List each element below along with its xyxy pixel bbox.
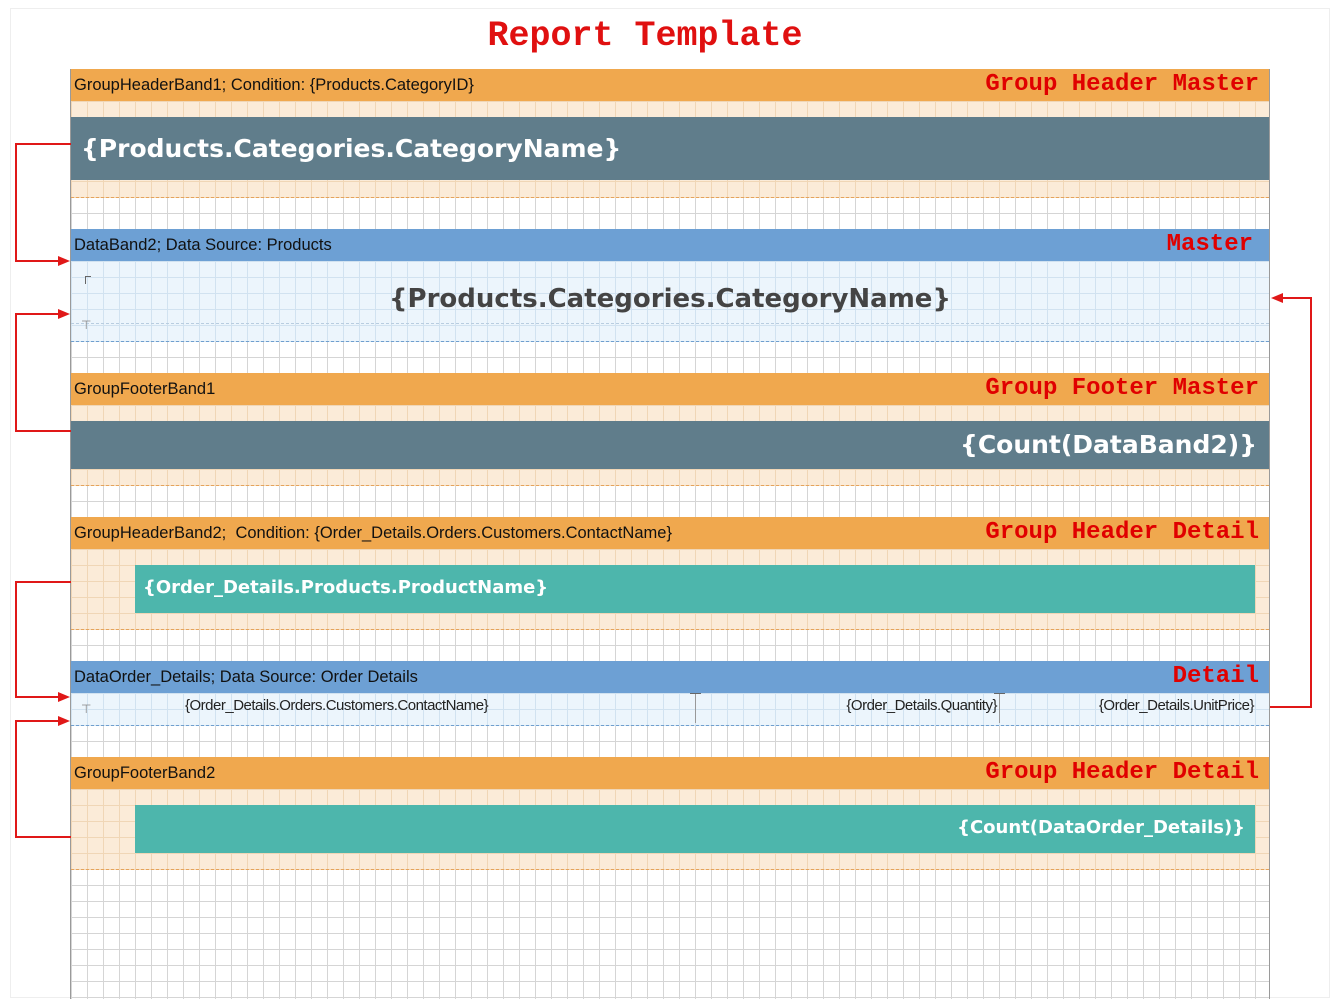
group-footer-master-tag: Group Footer Master <box>985 375 1259 402</box>
category-name-field[interactable]: {Products.Categories.CategoryName} <box>71 117 1269 180</box>
group-header-detail-tag: Group Header Detail <box>985 519 1259 546</box>
group-footer-master-caption: GroupFooterBand1 <box>74 380 216 398</box>
count-detail-field[interactable]: {Count(DataOrder_Details)} <box>135 805 1255 853</box>
filter-icon: ⊤ <box>81 318 92 332</box>
report-title: Report Template <box>487 16 803 56</box>
group-header-detail-caption: GroupHeaderBand2; Condition: {Order_Deta… <box>74 524 672 542</box>
master-tag: Master <box>1166 231 1253 258</box>
detail-unit-price-field[interactable]: {Order_Details.UnitPrice} <box>1000 693 1256 721</box>
detail-contact-text: {Order_Details.Orders.Customers.ContactN… <box>185 697 489 714</box>
group-footer-detail-caption: GroupFooterBand2 <box>74 764 216 782</box>
group-footer-master-header[interactable]: GroupFooterBand1 Group Footer Master <box>71 373 1269 405</box>
master-band-header[interactable]: DataBand2; Data Source: Products Master <box>71 229 1269 261</box>
corner-mark <box>85 276 86 284</box>
detail-unit-price-text: {Order_Details.UnitPrice} <box>1098 697 1255 714</box>
count-detail-text: {Count(DataOrder_Details)} <box>957 817 1245 838</box>
product-name-text: {Order_Details.Products.ProductName} <box>143 577 549 598</box>
group-header-master-header[interactable]: GroupHeaderBand1; Condition: {Products.C… <box>71 69 1269 101</box>
master-category-field[interactable]: {Products.Categories.CategoryName} <box>71 275 1269 324</box>
detail-quantity-field[interactable]: {Order_Details.Quantity} <box>696 693 999 721</box>
group-header-master-caption: GroupHeaderBand1; Condition: {Products.C… <box>74 76 474 94</box>
count-databand2-text: {Count(DataBand2)} <box>960 430 1257 459</box>
report-page: GroupHeaderBand1; Condition: {Products.C… <box>70 69 1270 999</box>
detail-caption: DataOrder_Details; Data Source: Order De… <box>74 668 418 686</box>
master-caption: DataBand2; Data Source: Products <box>74 236 332 254</box>
filter-icon: ⊤ <box>81 702 92 716</box>
group-footer-detail-tag: Group Header Detail <box>985 759 1259 786</box>
group-header-detail-header[interactable]: GroupHeaderBand2; Condition: {Order_Deta… <box>71 517 1269 549</box>
detail-contact-field[interactable]: {Order_Details.Orders.Customers.ContactN… <box>183 693 695 721</box>
count-databand2-field[interactable]: {Count(DataBand2)} <box>71 421 1269 469</box>
detail-quantity-text: {Order_Details.Quantity} <box>846 697 997 714</box>
product-name-field[interactable]: {Order_Details.Products.ProductName} <box>135 565 1255 613</box>
detail-tag: Detail <box>1172 663 1259 690</box>
detail-band-header[interactable]: DataOrder_Details; Data Source: Order De… <box>71 661 1269 693</box>
category-name-text: {Products.Categories.CategoryName} <box>81 134 622 163</box>
group-header-master-tag: Group Header Master <box>985 71 1259 98</box>
group-footer-detail-header[interactable]: GroupFooterBand2 Group Header Detail <box>71 757 1269 789</box>
master-category-text: {Products.Categories.CategoryName} <box>389 284 951 314</box>
